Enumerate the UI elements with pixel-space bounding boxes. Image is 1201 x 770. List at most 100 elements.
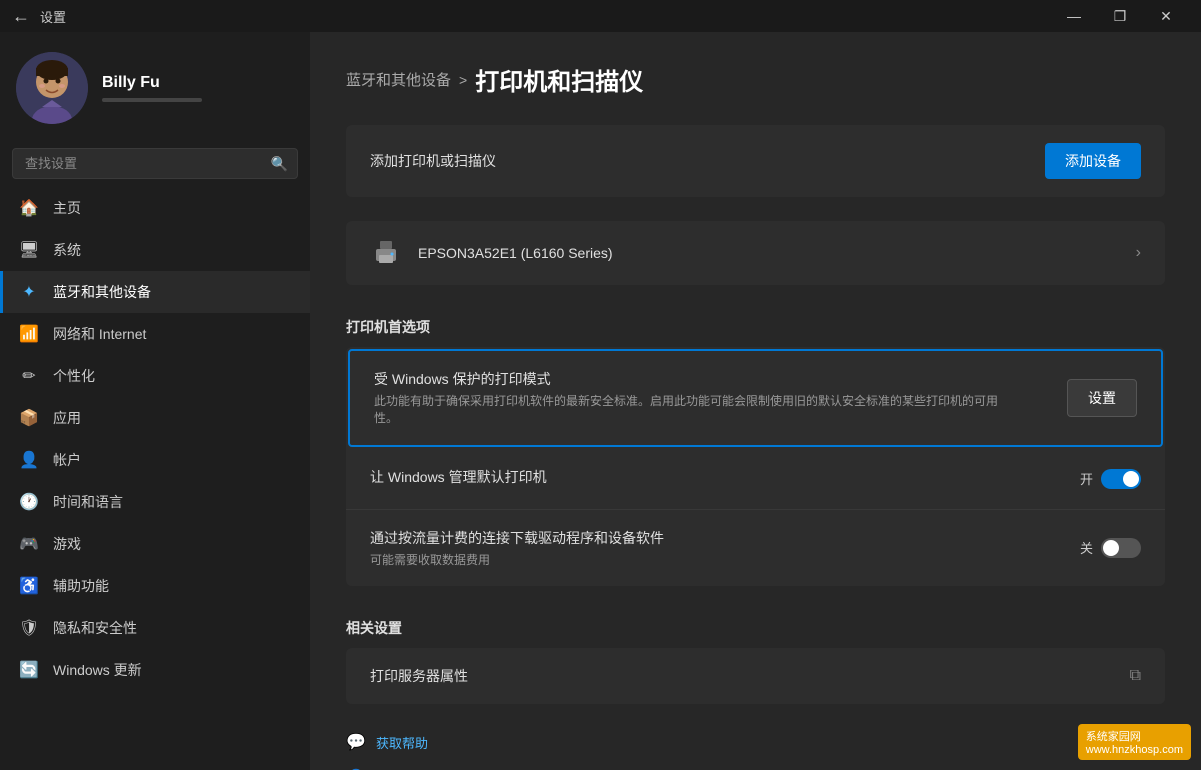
get-help-label: 获取帮助 bbox=[376, 733, 428, 752]
sidebar-item-games[interactable]: 🎮 游戏 bbox=[0, 523, 310, 565]
manage-default-toggle-wrapper: 开 bbox=[1080, 469, 1141, 489]
printer-chevron-icon: › bbox=[1136, 244, 1141, 262]
manage-default-toggle-label: 开 bbox=[1080, 469, 1093, 488]
sidebar-nav: 🏠 主页 🖥 系统 ✦ 蓝牙和其他设备 📶 网络和 Internet ✏ 个性化… bbox=[0, 187, 310, 691]
nav-label-time: 时间和语言 bbox=[53, 492, 123, 512]
print-server-row[interactable]: 打印服务器属性 ⧉ bbox=[346, 648, 1165, 704]
sidebar-item-network[interactable]: 📶 网络和 Internet bbox=[0, 313, 310, 355]
breadcrumb-current: 打印机和扫描仪 bbox=[475, 62, 643, 97]
add-device-row: 添加打印机或扫描仪 添加设备 bbox=[346, 125, 1165, 197]
user-info: Billy Fu bbox=[102, 74, 202, 102]
close-button[interactable]: ✕ bbox=[1143, 0, 1189, 32]
metered-connection-text: 通过按流量计费的连接下载驱动程序和设备软件 可能需要收取数据费用 bbox=[370, 528, 1056, 569]
manage-default-row: 让 Windows 管理默认打印机 开 bbox=[346, 449, 1165, 510]
printer-preferences-card: 受 Windows 保护的打印模式 此功能有助于确保采用打印机软件的最新安全标准… bbox=[346, 347, 1165, 586]
external-link-icon: ⧉ bbox=[1130, 667, 1141, 685]
metered-connection-action: 关 bbox=[1080, 538, 1141, 558]
app-title: 设置 bbox=[40, 7, 66, 26]
sidebar-item-accessibility[interactable]: ♿ 辅助功能 bbox=[0, 565, 310, 607]
privacy-icon: 🛡 bbox=[19, 618, 39, 638]
nav-label-bluetooth: 蓝牙和其他设备 bbox=[53, 282, 151, 302]
nav-label-home: 主页 bbox=[53, 198, 81, 218]
sidebar-item-bluetooth[interactable]: ✦ 蓝牙和其他设备 bbox=[0, 271, 310, 313]
printer-icon bbox=[370, 237, 402, 269]
system-icon: 🖥 bbox=[19, 240, 39, 260]
manage-default-text: 让 Windows 管理默认打印机 bbox=[370, 467, 1056, 491]
sidebar-item-system[interactable]: 🖥 系统 bbox=[0, 229, 310, 271]
time-icon: 🕐 bbox=[19, 492, 39, 512]
related-settings-title: 相关设置 bbox=[346, 610, 1165, 638]
sidebar-item-home[interactable]: 🏠 主页 bbox=[0, 187, 310, 229]
sidebar: Billy Fu 🔍 🏠 主页 🖥 系统 ✦ 蓝牙和其他设备 bbox=[0, 32, 310, 770]
add-device-button[interactable]: 添加设备 bbox=[1045, 143, 1141, 179]
watermark: 系统家园网www.hnzkhosp.com bbox=[1078, 724, 1191, 760]
printer-preferences-title: 打印机首选项 bbox=[346, 309, 1165, 337]
maximize-button[interactable]: ❐ bbox=[1097, 0, 1143, 32]
breadcrumb-separator: > bbox=[459, 72, 467, 88]
protected-mode-desc: 此功能有助于确保采用打印机软件的最新安全标准。启用此功能可能会限制使用旧的默认安… bbox=[374, 393, 1014, 427]
home-icon: 🏠 bbox=[19, 198, 39, 218]
protected-mode-settings-button[interactable]: 设置 bbox=[1067, 379, 1137, 417]
back-button[interactable]: ← bbox=[12, 6, 30, 27]
manage-default-title: 让 Windows 管理默认打印机 bbox=[370, 467, 1056, 487]
get-help-link[interactable]: 💬 获取帮助 bbox=[346, 728, 1165, 756]
update-icon: 🔄 bbox=[19, 660, 39, 680]
printer-preferences-section: 打印机首选项 受 Windows 保护的打印模式 此功能有助于确保采用打印机软件… bbox=[346, 309, 1165, 586]
printer-name: EPSON3A52E1 (L6160 Series) bbox=[418, 245, 1120, 261]
bluetooth-icon: ✦ bbox=[19, 282, 39, 302]
nav-label-system: 系统 bbox=[53, 240, 81, 260]
sidebar-item-apps[interactable]: 📦 应用 bbox=[0, 397, 310, 439]
get-help-icon: 💬 bbox=[346, 732, 366, 752]
minimize-button[interactable]: — bbox=[1051, 0, 1097, 32]
nav-label-games: 游戏 bbox=[53, 534, 81, 554]
metered-connection-toggle-label: 关 bbox=[1080, 538, 1093, 557]
nav-label-apps: 应用 bbox=[53, 408, 81, 428]
nav-label-network: 网络和 Internet bbox=[53, 324, 146, 344]
metered-connection-title: 通过按流量计费的连接下载驱动程序和设备软件 bbox=[370, 528, 1056, 548]
protected-mode-row: 受 Windows 保护的打印模式 此功能有助于确保采用打印机软件的最新安全标准… bbox=[348, 349, 1163, 447]
breadcrumb-parent[interactable]: 蓝牙和其他设备 bbox=[346, 69, 451, 90]
search-icon: 🔍 bbox=[271, 155, 288, 172]
manage-default-toggle[interactable] bbox=[1101, 469, 1141, 489]
accounts-icon: 👤 bbox=[19, 450, 39, 470]
user-name: Billy Fu bbox=[102, 74, 202, 92]
user-profile[interactable]: Billy Fu bbox=[0, 32, 310, 144]
manage-default-action: 开 bbox=[1080, 469, 1141, 489]
metered-connection-toggle[interactable] bbox=[1101, 538, 1141, 558]
search-input[interactable] bbox=[12, 148, 298, 179]
sidebar-item-privacy[interactable]: 🛡 隐私和安全性 bbox=[0, 607, 310, 649]
printer-row[interactable]: EPSON3A52E1 (L6160 Series) › bbox=[346, 221, 1165, 285]
titlebar: ← 设置 — ❐ ✕ bbox=[0, 0, 1201, 32]
print-server-label: 打印服务器属性 bbox=[370, 666, 468, 686]
add-device-card: 添加打印机或扫描仪 添加设备 bbox=[346, 125, 1165, 197]
content-area: 蓝牙和其他设备 > 打印机和扫描仪 添加打印机或扫描仪 添加设备 bbox=[310, 32, 1201, 770]
related-settings-card: 打印服务器属性 ⧉ bbox=[346, 648, 1165, 704]
add-device-section: 添加打印机或扫描仪 添加设备 bbox=[346, 125, 1165, 197]
printer-section: EPSON3A52E1 (L6160 Series) › bbox=[346, 221, 1165, 285]
help-section: 💬 获取帮助 👤 提供反馈 bbox=[346, 728, 1165, 770]
breadcrumb: 蓝牙和其他设备 > 打印机和扫描仪 bbox=[346, 62, 1165, 97]
feedback-link[interactable]: 👤 提供反馈 bbox=[346, 764, 1165, 770]
sidebar-item-update[interactable]: 🔄 Windows 更新 bbox=[0, 649, 310, 691]
toggle-knob bbox=[1123, 471, 1139, 487]
add-device-label: 添加打印机或扫描仪 bbox=[370, 151, 496, 171]
nav-label-privacy: 隐私和安全性 bbox=[53, 618, 137, 638]
network-icon: 📶 bbox=[19, 324, 39, 344]
protected-mode-title: 受 Windows 保护的打印模式 bbox=[374, 369, 1043, 389]
protected-mode-action: 设置 bbox=[1067, 379, 1137, 417]
search-box: 🔍 bbox=[12, 148, 298, 179]
sidebar-item-personalization[interactable]: ✏ 个性化 bbox=[0, 355, 310, 397]
metered-connection-toggle-wrapper: 关 bbox=[1080, 538, 1141, 558]
nav-label-personalization: 个性化 bbox=[53, 366, 95, 386]
games-icon: 🎮 bbox=[19, 534, 39, 554]
metered-connection-row: 通过按流量计费的连接下载驱动程序和设备软件 可能需要收取数据费用 关 bbox=[346, 510, 1165, 587]
apps-icon: 📦 bbox=[19, 408, 39, 428]
nav-label-update: Windows 更新 bbox=[53, 660, 142, 680]
accessibility-icon: ♿ bbox=[19, 576, 39, 596]
toggle-knob-off bbox=[1103, 540, 1119, 556]
sidebar-item-accounts[interactable]: 👤 帐户 bbox=[0, 439, 310, 481]
user-bar bbox=[102, 98, 202, 102]
sidebar-item-time[interactable]: 🕐 时间和语言 bbox=[0, 481, 310, 523]
printer-card: EPSON3A52E1 (L6160 Series) › bbox=[346, 221, 1165, 285]
nav-label-accounts: 帐户 bbox=[53, 450, 81, 470]
